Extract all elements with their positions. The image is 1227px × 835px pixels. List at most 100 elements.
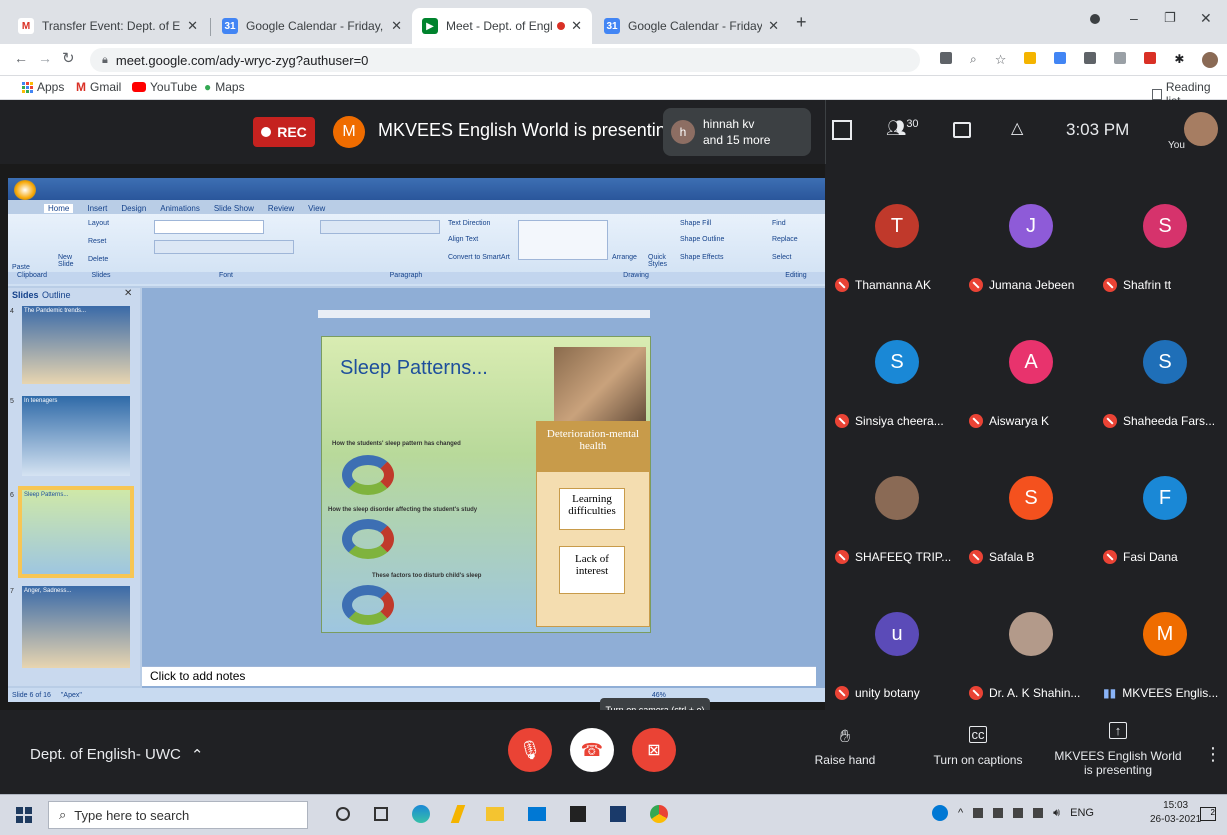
arrange-button[interactable]: Arrange — [612, 254, 637, 261]
shapes-gallery[interactable] — [518, 220, 608, 260]
more-options-icon[interactable]: ⋮ — [1204, 744, 1222, 765]
select-button[interactable]: Select — [772, 254, 791, 261]
ribbon-tab-insert[interactable]: Insert — [87, 204, 107, 213]
volume-icon[interactable]: 🔊︎ — [1053, 807, 1060, 820]
layout-button[interactable]: Layout — [88, 220, 109, 227]
participant-tile[interactable]: S Shafrin tt — [1099, 164, 1227, 300]
text-direction-button[interactable]: Text Direction — [448, 220, 490, 227]
reload-icon[interactable]: ↻ — [62, 49, 75, 67]
ribbon-tab-review[interactable]: Review — [268, 204, 294, 213]
extension-icon[interactable] — [1144, 52, 1157, 64]
quick-styles-button[interactable]: Quick Styles — [648, 254, 676, 268]
tab-calendar-1[interactable]: 31 Google Calendar - Friday, March ✕ — [212, 8, 412, 44]
close-tab-icon[interactable]: ✕ — [391, 18, 402, 34]
recording-badge[interactable]: REC — [253, 117, 315, 147]
leave-call-button[interactable]: ☎ — [570, 728, 614, 772]
font-format-buttons[interactable] — [154, 240, 294, 254]
ribbon-tab-view[interactable]: View — [308, 204, 325, 213]
participant-tile[interactable]: S Safala B — [965, 436, 1097, 572]
paragraph-buttons[interactable] — [320, 220, 440, 234]
slide-thumbnail[interactable]: The Pandemic trends... — [22, 306, 130, 384]
extension-icon[interactable] — [1024, 52, 1037, 64]
new-tab-button[interactable]: + — [796, 12, 807, 33]
task-view-icon[interactable] — [374, 807, 388, 821]
raise-hand-button[interactable]: ✋︎ Raise hand — [814, 726, 876, 767]
language-indicator[interactable]: ENG — [1070, 807, 1094, 819]
font-name-input[interactable] — [154, 220, 264, 234]
slide-thumbnail[interactable]: In teenagers — [22, 396, 130, 476]
battery-icon[interactable] — [1033, 808, 1044, 818]
maximize-button[interactable]: ❐ — [1164, 10, 1176, 26]
participant-tile[interactable]: u unity botany — [831, 572, 963, 708]
zoom-icon[interactable]: ⌕ — [970, 52, 977, 68]
close-window-button[interactable]: ✕ — [1200, 10, 1212, 27]
participant-tile[interactable]: S Shaheeda Fars... — [1099, 300, 1227, 436]
participant-tile[interactable]: M ▮▮ MKVEES Englis... — [1099, 572, 1227, 708]
participant-tile[interactable]: SHAFEEQ TRIP... — [831, 436, 963, 572]
participant-tile[interactable]: T Thamanna AK — [831, 164, 963, 300]
windows-start-icon[interactable] — [16, 807, 32, 823]
taskbar-search-input[interactable]: ⌕ Type here to search — [48, 801, 308, 829]
participant-tile[interactable]: F Fasi Dana — [1099, 436, 1227, 572]
self-avatar[interactable] — [1184, 112, 1218, 146]
shape-fill-button[interactable]: Shape Fill — [680, 220, 711, 227]
meeting-details-button[interactable]: Dept. of English- UWC ⌃ — [30, 746, 203, 764]
bookmark-youtube[interactable]: YouTube — [132, 80, 197, 94]
close-tab-icon[interactable]: ✕ — [571, 18, 582, 34]
ribbon-tab-home[interactable]: Home — [44, 204, 74, 213]
extension-icon[interactable] — [1054, 52, 1067, 64]
tray-icon[interactable] — [1013, 808, 1024, 818]
chat-icon[interactable] — [953, 122, 971, 138]
tab-calendar-2[interactable]: 31 Google Calendar - Friday, March ✕ — [594, 8, 789, 44]
notes-input[interactable]: Click to add notes — [142, 666, 816, 686]
bookmark-maps[interactable]: ● Maps — [204, 80, 245, 94]
edge-icon[interactable] — [412, 805, 430, 823]
participant-tile[interactable]: A Aiswarya K — [965, 300, 1097, 436]
camera-toggle-button[interactable]: ⊠ — [632, 728, 676, 772]
close-tab-icon[interactable]: ✕ — [768, 18, 779, 34]
camera-indicator-icon[interactable] — [940, 52, 952, 64]
notifications-icon[interactable]: 2 — [1200, 807, 1216, 821]
extension-icon[interactable] — [1114, 52, 1127, 64]
url-input[interactable]: 🔒︎ meet.google.com/ady-wryc-zyg?authuser… — [90, 48, 920, 72]
mic-toggle-button[interactable]: 🎙︎ — [508, 728, 552, 772]
dropbox-icon[interactable] — [610, 806, 626, 822]
bookmark-apps[interactable]: Apps — [22, 80, 64, 94]
activities-icon[interactable]: △ — [1011, 118, 1023, 138]
tab-transfer-event[interactable]: M Transfer Event: Dept. of English- I ✕ — [8, 8, 208, 44]
ribbon-tab-slideshow[interactable]: Slide Show — [214, 204, 254, 213]
reset-button[interactable]: Reset — [88, 238, 106, 245]
back-icon[interactable]: ← — [14, 50, 28, 66]
chrome-icon[interactable] — [650, 805, 668, 823]
close-tab-icon[interactable]: ✕ — [187, 18, 198, 34]
extension-icon[interactable] — [1084, 52, 1097, 64]
tab-meet[interactable]: ▶ Meet - Dept. of English- UW ✕ — [412, 8, 592, 44]
participant-tile[interactable]: Dr. A. K Shahin... — [965, 572, 1097, 708]
profile-avatar[interactable] — [1202, 52, 1219, 68]
convert-smartart-button[interactable]: Convert to SmartArt — [448, 254, 510, 261]
presenting-button[interactable]: ↑ MKVEES English World is presenting — [1052, 722, 1184, 777]
layout-icon[interactable] — [832, 120, 852, 140]
ribbon-tab-animations[interactable]: Animations — [160, 204, 200, 213]
forward-icon[interactable]: → — [38, 50, 52, 66]
tab-slides[interactable]: Slides — [12, 290, 39, 300]
tray-chevron-icon[interactable]: ^ — [958, 807, 963, 819]
slide-thumbnail[interactable]: Anger, Sadness... — [22, 586, 130, 668]
find-button[interactable]: Find — [772, 220, 786, 227]
cortana-icon[interactable] — [336, 807, 350, 821]
align-text-button[interactable]: Align Text — [448, 236, 478, 243]
new-slide-button[interactable]: New Slide — [58, 254, 84, 268]
store-icon[interactable] — [528, 807, 546, 821]
minimize-button[interactable]: – — [1130, 10, 1138, 26]
bookmark-gmail[interactable]: M Gmail — [76, 80, 121, 94]
tab-outline[interactable]: Outline — [42, 290, 71, 300]
bookmark-star-icon[interactable]: ☆ — [995, 52, 1007, 68]
captions-button[interactable]: cc Turn on captions — [926, 726, 1030, 767]
delete-button[interactable]: Delete — [88, 256, 108, 263]
paste-button[interactable]: Paste — [12, 264, 30, 271]
shape-outline-button[interactable]: Shape Outline — [680, 236, 724, 243]
tray-icon[interactable] — [993, 808, 1004, 818]
slide-thumbnail-selected[interactable]: Sleep Patterns... — [18, 486, 134, 578]
tray-icon[interactable] — [973, 808, 984, 818]
office-button-icon[interactable] — [14, 180, 36, 200]
